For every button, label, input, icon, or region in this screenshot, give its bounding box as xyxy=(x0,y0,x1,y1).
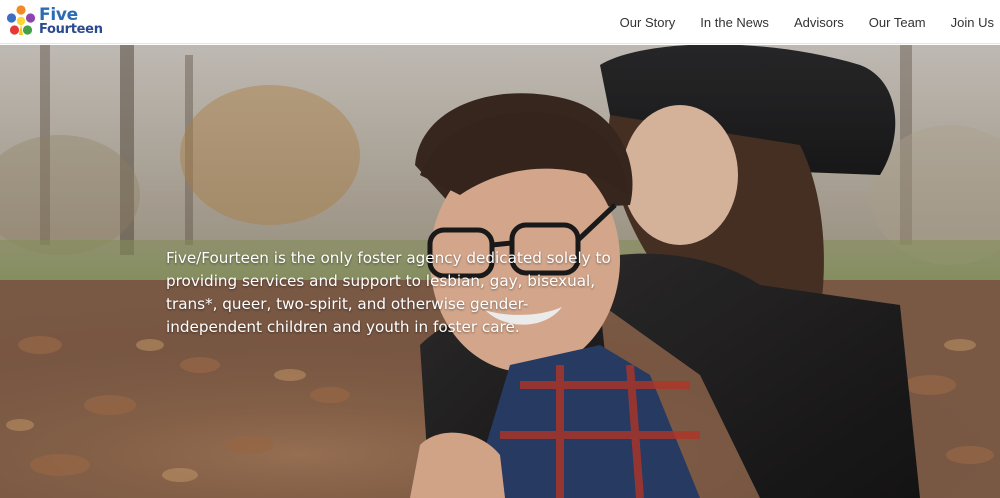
hero-banner: Five/Fourteen is the only foster agency … xyxy=(0,45,1000,498)
nav-in-the-news[interactable]: In the News xyxy=(700,15,769,30)
logo-text-five: Five xyxy=(39,4,78,25)
nav-advisors[interactable]: Advisors xyxy=(794,15,844,30)
site-logo[interactable]: Five Fourteen xyxy=(6,3,103,41)
hero-tagline: Five/Fourteen is the only foster agency … xyxy=(166,249,611,336)
nav-our-story[interactable]: Our Story xyxy=(620,15,676,30)
five-fourteen-flower-logo-icon xyxy=(6,5,36,35)
nav-our-team[interactable]: Our Team xyxy=(869,15,926,30)
logo-text-fourteen: Fourteen xyxy=(39,21,103,37)
nav-join-us[interactable]: Join Us xyxy=(951,15,994,30)
main-nav: Our Story In the News Advisors Our Team … xyxy=(595,0,994,44)
site-header: Five Fourteen Our Story In the News Advi… xyxy=(0,0,1000,44)
